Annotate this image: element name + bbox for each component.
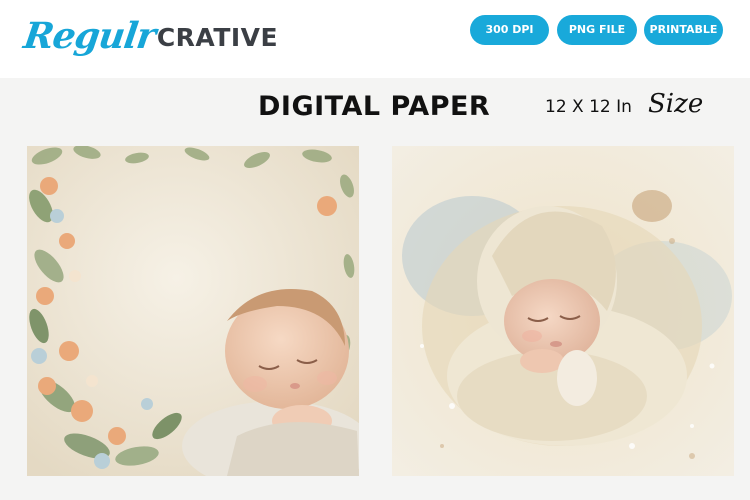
header-bar: Regulr CRATIVE 300 DPI PNG FILE PRINTABL… xyxy=(0,0,750,78)
brand-block-text: CRATIVE xyxy=(156,23,279,52)
size-label: 12 X 12 In xyxy=(545,97,632,117)
printable-badge: PRINTABLE xyxy=(644,15,723,45)
preview-bonnet-baby xyxy=(392,146,734,476)
page-title: DIGITAL PAPER xyxy=(258,91,491,122)
dpi-badge: 300 DPI xyxy=(470,15,549,45)
bonnet-baby-illustration xyxy=(392,146,734,476)
preview-floral-baby xyxy=(27,146,359,476)
brand-script-text: Regulr xyxy=(21,15,158,57)
floral-baby-illustration xyxy=(27,146,359,476)
png-file-badge: PNG FILE xyxy=(557,15,637,45)
brand-logo[interactable]: Regulr CRATIVE xyxy=(21,8,279,58)
size-script-label: Size xyxy=(648,89,704,119)
